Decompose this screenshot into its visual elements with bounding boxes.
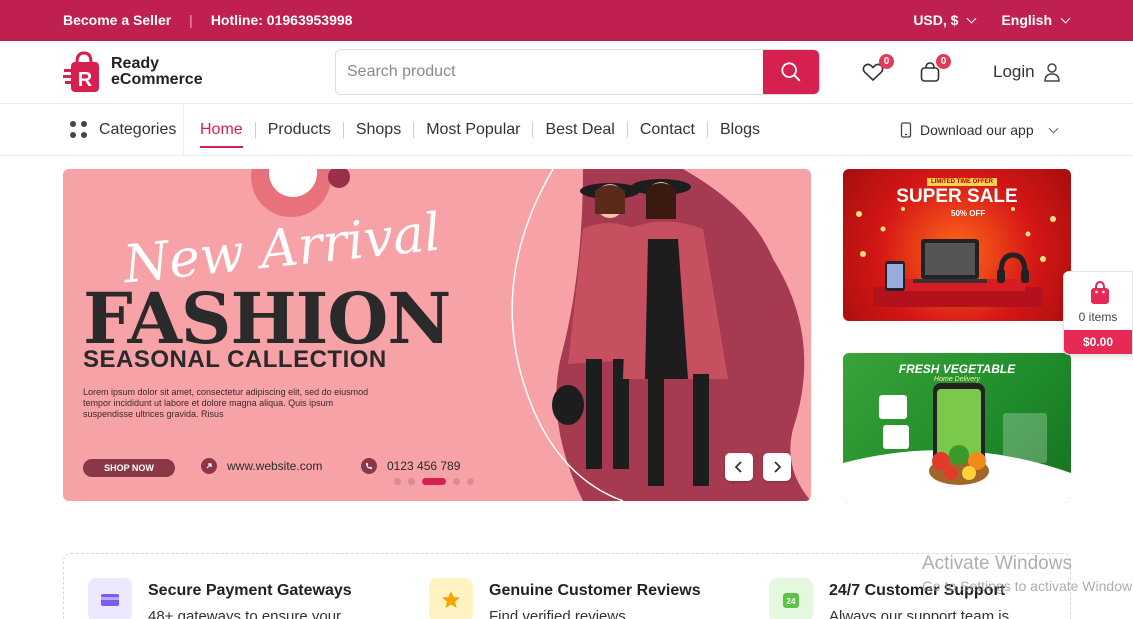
nav-menu: Home Products Shops Most Popular Best De… [200, 104, 760, 156]
carousel-dot[interactable] [408, 478, 415, 485]
chevron-down-icon [1048, 123, 1059, 133]
fresh-vegetable-banner[interactable]: FRESH VEGETABLE Home Delivery [843, 353, 1071, 503]
language-dropdown[interactable]: English [1001, 12, 1071, 28]
chevron-down-icon [1060, 13, 1071, 23]
top-bar-left: Become a Seller | Hotline: 01963953998 [63, 12, 352, 28]
feature-title: Secure Payment Gateways [148, 582, 352, 599]
site-logo[interactable]: R Ready eCommerce [63, 50, 203, 94]
hero-phone-text: 0123 456 789 [387, 459, 461, 473]
nav-divider [706, 122, 708, 138]
vegetable-subtitle: Home Delivery [934, 376, 980, 383]
card-icon [88, 578, 132, 619]
cart-widget-total: $0.00 [1064, 330, 1132, 354]
feature-title: Genuine Customer Reviews [489, 582, 701, 599]
vegetable-title: FRESH VEGETABLE [898, 362, 1016, 376]
download-app-dropdown[interactable]: Download our app [900, 122, 1059, 138]
nav-divider [532, 122, 534, 138]
shop-now-button[interactable]: SHOP NOW [83, 459, 175, 477]
svg-text:R: R [78, 69, 93, 91]
hero-website: www.website.com [201, 458, 322, 474]
categories-label: Categories [99, 121, 177, 138]
categories-button[interactable]: Categories [63, 104, 184, 156]
feature-desc: Find verified reviews [489, 608, 626, 619]
user-icon [1043, 63, 1060, 82]
nav-item-blogs[interactable]: Blogs [720, 121, 760, 139]
sale-discount: 50% OFF [951, 209, 986, 218]
svg-text:24: 24 [787, 597, 796, 606]
feature-text: Secure Payment Gateways 48+ gateways to … [148, 578, 352, 619]
floating-cart-widget[interactable]: 0 items $0.00 [1063, 271, 1133, 355]
chevron-right-icon [774, 461, 782, 473]
search-icon [781, 62, 801, 82]
carousel-dot[interactable] [453, 478, 460, 485]
search-input[interactable] [336, 50, 763, 94]
sale-title: SUPER SALE [896, 186, 1018, 207]
nav-item-shops[interactable]: Shops [356, 121, 401, 139]
chevron-down-icon [966, 13, 977, 23]
carousel-dot-active[interactable] [422, 478, 446, 485]
logo-bag-icon: R [63, 50, 105, 94]
phone-icon [361, 458, 377, 474]
hotline-text: Hotline: 01963953998 [210, 12, 353, 28]
main-nav: Categories Home Products Shops Most Popu… [0, 104, 1133, 156]
cart-count-badge: 0 [936, 54, 951, 69]
star-icon [429, 578, 473, 619]
language-label: English [1001, 12, 1052, 28]
wishlist-count-badge: 0 [879, 54, 894, 69]
feature-customer-reviews: Genuine Customer Reviews Find verified r… [429, 578, 701, 619]
wishlist-button[interactable]: 0 [861, 54, 894, 86]
currency-dropdown[interactable]: USD, $ [913, 12, 977, 28]
login-button[interactable]: Login [993, 62, 1061, 82]
search-bar [335, 49, 820, 95]
feature-secure-payment: Secure Payment Gateways 48+ gateways to … [88, 578, 352, 619]
hero-subheadline: SEASONAL CALLECTION [83, 346, 387, 373]
feature-text: Genuine Customer Reviews Find verified r… [489, 578, 701, 619]
activate-windows-watermark: Activate Windows [922, 553, 1072, 574]
carousel-prev-button[interactable] [725, 453, 753, 481]
chevron-left-icon [734, 461, 742, 473]
shopping-bag-icon [1091, 280, 1109, 304]
logo-line-2: eCommerce [111, 71, 203, 88]
hero-body-text: Lorem ipsum dolor sit amet, consectetur … [83, 387, 369, 419]
become-seller-link[interactable]: Become a Seller [63, 12, 171, 28]
nav-item-best-deal[interactable]: Best Deal [545, 121, 614, 139]
login-label: Login [993, 62, 1035, 81]
cart-button[interactable]: 0 [918, 54, 951, 86]
top-bar-right: USD, $ English [913, 12, 1071, 28]
features-strip: Secure Payment Gateways 48+ gateways to … [63, 553, 1071, 619]
nav-item-home[interactable]: Home [200, 121, 243, 148]
sale-tag: LIMITED TIME OFFER [927, 178, 997, 186]
logo-line-1: Ready [111, 55, 160, 72]
cart-widget-items: 0 items [1078, 310, 1118, 324]
carousel-indicators [394, 478, 474, 485]
currency-label: USD, $ [913, 12, 959, 28]
nav-item-products[interactable]: Products [268, 121, 331, 139]
download-app-label: Download our app [920, 122, 1034, 138]
carousel-dot[interactable] [467, 478, 474, 485]
carousel-next-button[interactable] [763, 453, 791, 481]
hero-website-text: www.website.com [227, 459, 323, 473]
grid-dots-icon [70, 121, 88, 139]
mobile-phone-icon [900, 122, 912, 138]
activate-windows-subtext: Go to Settings to activate Windows. [922, 578, 1133, 594]
top-bar-divider: | [189, 12, 193, 28]
feature-desc: 48+ gateways to ensure your [148, 608, 342, 619]
main-header: R Ready eCommerce 0 0 Login [0, 41, 1133, 104]
hero-carousel[interactable]: New Arrival FASHION SEASONAL CALLECTION … [63, 169, 811, 501]
nav-divider [413, 122, 415, 138]
feature-desc: Always our support team is [829, 608, 1010, 619]
super-sale-banner[interactable]: LIMITED TIME OFFER SUPER SALE 50% OFF [843, 169, 1071, 321]
nav-item-most-popular[interactable]: Most Popular [426, 121, 520, 139]
carousel-dot[interactable] [394, 478, 401, 485]
top-bar: Become a Seller | Hotline: 01963953998 U… [0, 0, 1133, 41]
support-24-icon: 24 [769, 578, 813, 619]
search-button[interactable] [763, 50, 819, 94]
nav-divider [626, 122, 628, 138]
nav-divider [342, 122, 344, 138]
nav-item-contact[interactable]: Contact [640, 121, 695, 139]
hero-phone: 0123 456 789 [361, 458, 460, 474]
logo-text: Ready eCommerce [111, 56, 203, 88]
nav-divider [254, 122, 256, 138]
link-icon [201, 458, 217, 474]
